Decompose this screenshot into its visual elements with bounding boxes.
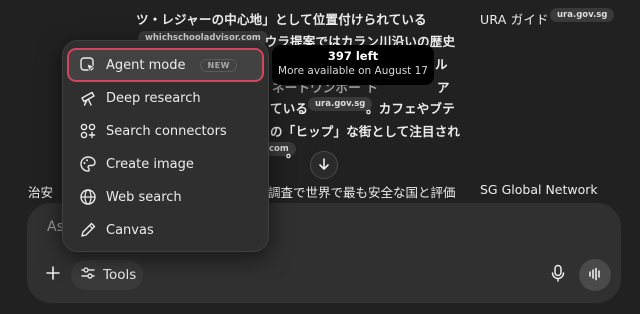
response-text-line: ル	[435, 57, 448, 72]
new-badge: NEW	[200, 58, 237, 72]
connectors-icon	[79, 122, 97, 140]
agent-mode-icon	[79, 56, 97, 74]
source-chip[interactable]: ura.gov.sg	[550, 8, 615, 22]
menu-item-web-search[interactable]: Web search	[68, 181, 263, 213]
menu-item-canvas[interactable]: Canvas	[68, 214, 263, 246]
add-attachment-button[interactable]	[39, 261, 67, 289]
sliders-icon	[80, 265, 96, 285]
response-text-line: ている	[270, 101, 309, 116]
tools-menu: Agent mode NEW Deep research Search conn…	[62, 40, 269, 252]
chat-window: ツ・レジャーの中心地」として位置付けられている URA ガイド ura.gov.…	[0, 0, 640, 314]
globe-icon	[79, 188, 97, 206]
table-header-cell: 治安	[28, 185, 54, 200]
arrow-down-icon	[317, 156, 331, 175]
response-text-line: の「ヒップ」な街として注目され	[270, 124, 461, 139]
tools-button[interactable]: Tools	[71, 260, 143, 290]
pencil-icon	[79, 221, 97, 239]
voice-mode-button[interactable]	[579, 259, 611, 291]
usage-tooltip: 397 left More available on August 17	[272, 45, 434, 85]
source-chip[interactable]: ura.gov.sg	[308, 97, 373, 111]
menu-item-label: Deep research	[106, 90, 201, 106]
menu-item-search-connectors[interactable]: Search connectors	[68, 115, 263, 147]
scroll-down-button[interactable]	[310, 151, 338, 179]
menu-item-label: Create image	[106, 156, 194, 172]
menu-item-label: Agent mode	[106, 57, 186, 73]
menu-item-label: Canvas	[106, 222, 154, 238]
voice-waveform-icon	[588, 266, 602, 285]
table-header-cell: SG Global Network	[480, 182, 598, 197]
menu-item-label: Web search	[106, 189, 182, 205]
menu-item-label: Search connectors	[106, 123, 227, 139]
response-text-line: 。	[286, 145, 299, 160]
telescope-icon	[79, 89, 97, 107]
menu-item-deep-research[interactable]: Deep research	[68, 82, 263, 114]
tools-label: Tools	[103, 267, 137, 283]
palette-icon	[79, 155, 97, 173]
availability-note: More available on August 17	[278, 65, 428, 77]
dictate-button[interactable]	[545, 261, 571, 289]
response-text-line: ア	[437, 80, 450, 95]
response-text-line: 。カフェやブテ	[366, 101, 455, 116]
response-text-line: ツ・レジャーの中心地」として位置付けられている	[136, 12, 427, 27]
menu-item-agent-mode[interactable]: Agent mode NEW	[67, 48, 264, 82]
menu-item-create-image[interactable]: Create image	[68, 148, 263, 180]
microphone-icon	[551, 264, 565, 286]
remaining-count: 397 left	[327, 49, 379, 63]
plus-icon	[45, 265, 61, 285]
table-header-cell: 調査で世界で最も安全な国と評価	[268, 185, 456, 200]
source-label: URA ガイド	[480, 12, 549, 27]
